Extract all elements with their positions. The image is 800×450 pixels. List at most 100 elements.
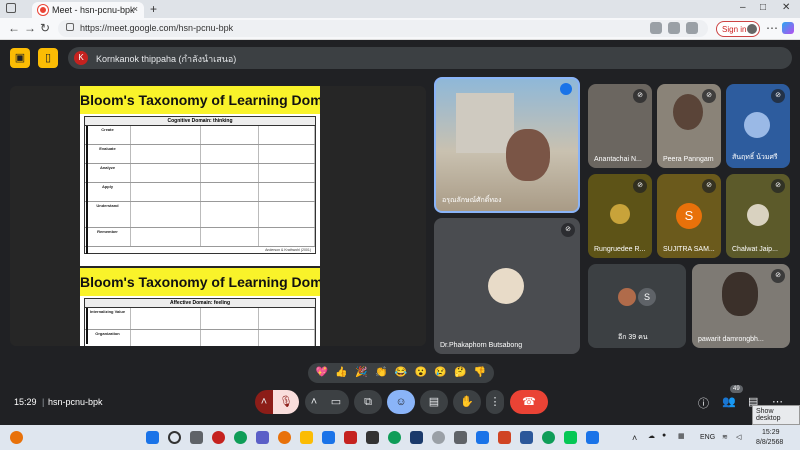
smile-icon: ☺ <box>395 396 407 408</box>
show-desktop-tooltip: Show desktop <box>752 405 800 425</box>
new-tab-button[interactable]: + <box>150 2 157 16</box>
camera-toggle-button[interactable]: ▭ <box>323 390 349 414</box>
back-arrow-icon[interactable]: ← <box>8 21 20 35</box>
reaction-party-button[interactable]: 🎉 <box>355 368 367 378</box>
word-icon[interactable] <box>520 431 533 444</box>
firefox-icon[interactable] <box>278 431 291 444</box>
reaction-sad-button[interactable]: 😢 <box>434 368 446 378</box>
camera-permission-icon[interactable] <box>650 22 662 34</box>
app-icon[interactable] <box>476 431 489 444</box>
app-icon[interactable] <box>432 431 445 444</box>
teams-icon[interactable] <box>256 431 269 444</box>
chrome-icon[interactable] <box>388 431 401 444</box>
presenter-avatar: K <box>74 51 88 65</box>
domain-title: Cognitive Domain: thinking <box>85 117 315 126</box>
participant-tile[interactable]: ⊘ Rungruedee R... <box>588 174 652 258</box>
participant-video <box>722 272 758 316</box>
tray-icon[interactable]: ▦ <box>678 432 685 440</box>
reaction-clap-button[interactable]: 👏 <box>375 368 387 378</box>
no-camera-icon[interactable]: ▣ <box>10 48 30 68</box>
participant-tile[interactable]: ⊘ pawarit damrongbh... <box>692 264 790 348</box>
reaction-laugh-button[interactable]: 😂 <box>395 368 407 378</box>
address-bar[interactable]: https://meet.google.com/hsn-pcnu-bpk <box>58 20 708 37</box>
taskbar-time[interactable]: 15:29 <box>762 429 780 436</box>
others-tile[interactable]: S อีก 39 คน <box>588 264 686 348</box>
forward-arrow-icon[interactable]: → <box>24 21 36 35</box>
people-icon[interactable]: 👥 <box>722 395 736 408</box>
participant-tile-main2[interactable]: ⊘ Dr.Phakaphorn Butsabong <box>434 218 580 354</box>
wifi-icon[interactable]: ≋ <box>722 433 728 441</box>
reload-icon[interactable]: ↻ <box>40 21 50 35</box>
browser-tab[interactable]: Meet - hsn-pcnu-bpk × <box>32 2 144 18</box>
mic-off-icon: ⊘ <box>771 179 785 193</box>
level-label: Apply <box>85 183 131 201</box>
star-icon[interactable] <box>668 22 680 34</box>
volume-icon[interactable]: ◁ <box>736 433 741 441</box>
tray-chevron-icon[interactable]: ˄ <box>632 433 637 443</box>
captions-button[interactable]: ▤ <box>420 390 448 414</box>
participant-tile[interactable]: ⊘ สันฤทธิ์ น้วมศรี <box>726 84 790 168</box>
level-label: Remember <box>85 228 131 246</box>
end-call-button[interactable]: ☎ <box>510 390 548 414</box>
photoshop-icon[interactable] <box>410 431 423 444</box>
mail-icon[interactable] <box>322 431 335 444</box>
task-view-icon[interactable] <box>190 431 203 444</box>
emoji-button[interactable]: ☺ <box>387 390 415 414</box>
more-vert-icon: ⋮ <box>489 396 501 408</box>
line-icon[interactable] <box>564 431 577 444</box>
participant-name: Chalwat Jaip... <box>732 246 778 253</box>
collections-icon[interactable] <box>686 22 698 34</box>
reaction-heart-button[interactable]: 💖 <box>316 368 328 378</box>
info-icon[interactable]: ⓘ <box>698 395 709 411</box>
host-controls-icon[interactable]: ▯ <box>38 48 58 68</box>
table-row: Analyze <box>85 164 315 183</box>
camera-options-button[interactable]: ˄ <box>305 390 323 414</box>
mic-options-button[interactable]: ˄ <box>255 390 273 414</box>
reaction-thinking-button[interactable]: 🤔 <box>454 368 466 378</box>
presentation-stage[interactable]: Bloom's Taxonomy of Learning Domains Cog… <box>10 86 426 346</box>
app-icon[interactable] <box>454 431 467 444</box>
tray-icon[interactable]: ☁ <box>648 432 655 440</box>
more-options-icon[interactable]: ⋯ <box>766 21 778 35</box>
search-icon[interactable] <box>168 431 181 444</box>
sign-in-button[interactable]: Sign in <box>716 21 760 37</box>
copilot-icon[interactable] <box>782 22 794 34</box>
reaction-thumbs-down-button[interactable]: 👎 <box>474 368 486 378</box>
file-explorer-icon[interactable] <box>300 431 313 444</box>
sidebar-toggle-icon[interactable] <box>6 3 16 13</box>
start-windows-icon[interactable] <box>146 431 159 444</box>
minimize-button[interactable]: – <box>740 2 746 13</box>
participant-tile[interactable]: ⊘ Chalwat Jaip... <box>726 174 790 258</box>
url-text: https://meet.google.com/hsn-pcnu-bpk <box>80 23 234 33</box>
taskbar-date[interactable]: 8/8/2568 <box>756 439 783 446</box>
app-icon[interactable] <box>366 431 379 444</box>
app-icon[interactable] <box>586 431 599 444</box>
tray-icon[interactable]: ● <box>662 432 666 439</box>
maximize-button[interactable]: □ <box>760 2 766 13</box>
mic-toggle-button[interactable]: 🎙 <box>273 390 299 414</box>
participant-tile[interactable]: S ⊘ SUJITRA SAM... <box>657 174 721 258</box>
app-icon[interactable] <box>212 431 225 444</box>
present-button[interactable]: ⧉ <box>354 390 382 414</box>
up-arrow-icon <box>86 308 88 344</box>
participant-avatar <box>747 204 769 226</box>
participant-tile[interactable]: ⊘ Peera Panngam <box>657 84 721 168</box>
reaction-thumbs-up-button[interactable]: 👍 <box>335 368 347 378</box>
close-tab-icon[interactable]: × <box>133 4 138 14</box>
chrome-icon[interactable] <box>542 431 555 444</box>
participant-tile-main1[interactable]: อรุณลักษณ์ศักดิ์ทอง <box>434 77 580 213</box>
powerpoint-icon[interactable] <box>498 431 511 444</box>
participant-avatar <box>610 204 630 224</box>
edge-icon[interactable] <box>234 431 247 444</box>
weather-icon[interactable] <box>10 431 23 444</box>
level-label: Analyze <box>85 164 131 182</box>
table-row: Organization <box>85 330 315 346</box>
raise-hand-button[interactable]: ✋ <box>453 390 481 414</box>
camera-icon: ▭ <box>330 396 342 408</box>
pdf-icon[interactable] <box>344 431 357 444</box>
language-indicator[interactable]: ENG <box>700 434 715 441</box>
reaction-surprised-button[interactable]: 😮 <box>414 368 426 378</box>
close-window-button[interactable]: ✕ <box>782 2 790 13</box>
more-options-button[interactable]: ⋮ <box>486 390 504 414</box>
participant-tile[interactable]: ⊘ Anantachai N... <box>588 84 652 168</box>
